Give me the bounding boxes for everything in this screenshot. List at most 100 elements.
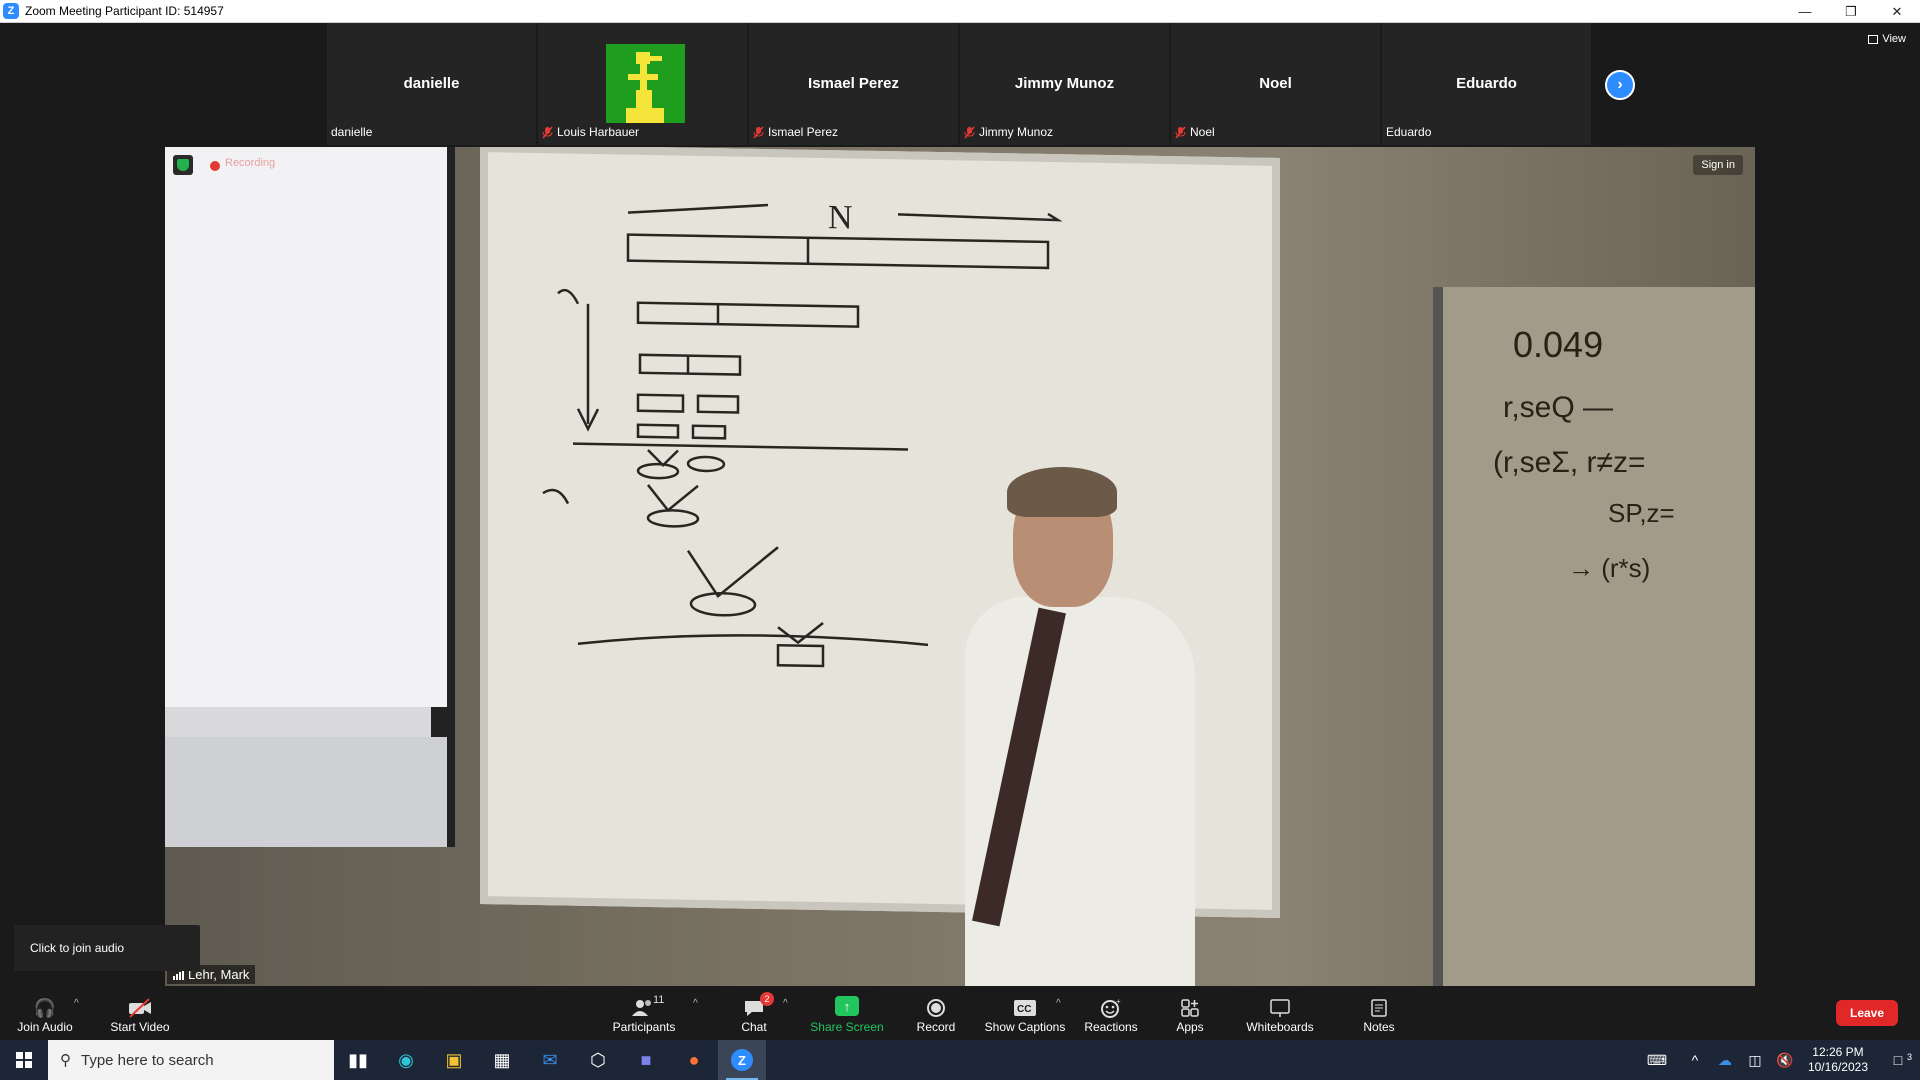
- svg-text:0.049: 0.049: [1513, 324, 1603, 365]
- zoom-logo-icon: Z: [3, 3, 19, 19]
- file-explorer-icon[interactable]: ▣: [430, 1040, 478, 1080]
- participant-tile[interactable]: Noel Noel: [1171, 23, 1380, 145]
- participant-display-name: Noel: [1259, 75, 1292, 92]
- notification-icon: □: [1893, 1052, 1903, 1068]
- security-shield-icon[interactable]: [173, 155, 193, 175]
- show-captions-label: Show Captions: [984, 1020, 1066, 1034]
- participant-name-label: Noel: [1175, 125, 1215, 139]
- projector-screen: [165, 147, 455, 847]
- participant-name-label: Eduardo: [1386, 125, 1431, 139]
- notes-label: Notes: [1363, 1020, 1395, 1034]
- reactions-label: Reactions: [1084, 1020, 1138, 1034]
- smiley-icon: +: [1100, 996, 1122, 1020]
- window-titlebar: Z Zoom Meeting Participant ID: 514957 — …: [0, 0, 1920, 23]
- speaker-muted-icon[interactable]: 🔇: [1770, 1052, 1800, 1069]
- next-page-button[interactable]: ›: [1605, 70, 1635, 100]
- zoom-app-logo: Z: [731, 1049, 753, 1071]
- windows-start-button[interactable]: [0, 1040, 48, 1080]
- teams-icon[interactable]: ■: [622, 1040, 670, 1080]
- participant-tile[interactable]: Eduardo Eduardo: [1382, 23, 1591, 145]
- taskbar-search-box[interactable]: ⚲ Type here to search: [48, 1040, 334, 1080]
- whiteboards-button[interactable]: Whiteboards: [1240, 986, 1320, 1040]
- participant-display-name: Ismael Perez: [808, 75, 899, 92]
- join-audio-button[interactable]: 🎧 Join Audio: [10, 986, 80, 1040]
- join-audio-label: Join Audio: [17, 1020, 73, 1034]
- participants-options-caret[interactable]: ^: [693, 998, 698, 1009]
- mic-muted-icon: [753, 126, 764, 138]
- show-hidden-icons-chevron-icon[interactable]: ^: [1680, 1052, 1710, 1068]
- network-icon[interactable]: ◫: [1740, 1052, 1770, 1069]
- notes-button[interactable]: Notes: [1355, 986, 1403, 1040]
- edge-browser-icon[interactable]: ◉: [382, 1040, 430, 1080]
- start-video-button[interactable]: Start Video: [100, 986, 180, 1040]
- participant-tile[interactable]: Ismael Perez Ismael Perez: [749, 23, 958, 145]
- grid-view-icon: [1868, 34, 1879, 44]
- record-icon: [926, 996, 946, 1020]
- participant-tile[interactable]: Louis Harbauer: [538, 23, 747, 145]
- chat-label: Chat: [741, 1020, 767, 1034]
- record-label: Record: [916, 1020, 956, 1034]
- participant-name: Noel: [1190, 125, 1215, 139]
- projected-taskbar: [165, 737, 447, 847]
- audio-options-caret[interactable]: ^: [74, 998, 79, 1009]
- captions-options-caret[interactable]: ^: [1056, 998, 1061, 1009]
- share-screen-label: Share Screen: [810, 1020, 884, 1034]
- svg-text:SP,z=: SP,z=: [1608, 498, 1675, 528]
- share-screen-button[interactable]: ↑ Share Screen: [805, 986, 889, 1040]
- cube-app-icon[interactable]: ⬡: [574, 1040, 622, 1080]
- firefox-icon[interactable]: ●: [670, 1040, 718, 1080]
- participant-name: Jimmy Munoz: [979, 125, 1054, 139]
- participant-tile[interactable]: Jimmy Munoz Jimmy Munoz: [960, 23, 1169, 145]
- notes-icon: [1370, 996, 1388, 1020]
- show-captions-button[interactable]: CC Show Captions: [980, 986, 1070, 1040]
- instructor-hair: [1007, 467, 1117, 517]
- restore-button[interactable]: ❐: [1828, 0, 1874, 23]
- microsoft-store-icon[interactable]: ▦: [478, 1040, 526, 1080]
- clock-time: 12:26 PM: [1812, 1045, 1864, 1059]
- participants-button[interactable]: 11 Participants: [604, 986, 684, 1040]
- search-icon: ⚲: [60, 1052, 71, 1069]
- side-whiteboard-drawing: 0.049 r,seQ — (r,seΣ, r≠z= SP,z= → (r*s): [1493, 324, 1675, 583]
- whiteboard-icon: [1269, 996, 1291, 1020]
- recording-label: Recording: [225, 157, 276, 169]
- minimize-button[interactable]: —: [1782, 0, 1828, 23]
- meeting-area: danielle danielle Louis Harbauer Ismael …: [0, 23, 1920, 986]
- view-label: View: [1882, 33, 1906, 45]
- chat-options-caret[interactable]: ^: [783, 998, 788, 1009]
- share-screen-icon: ↑: [835, 996, 859, 1016]
- participant-name-label: Louis Harbauer: [542, 125, 639, 139]
- reactions-button[interactable]: + Reactions: [1080, 986, 1142, 1040]
- chat-button[interactable]: 2 Chat: [730, 986, 778, 1040]
- apps-label: Apps: [1176, 1020, 1204, 1034]
- onedrive-cloud-icon[interactable]: ☁: [1710, 1052, 1740, 1069]
- taskbar-search-placeholder: Type here to search: [81, 1051, 214, 1069]
- join-audio-tooltip[interactable]: Click to join audio: [14, 925, 200, 971]
- clock-date: 10/16/2023: [1807, 1060, 1868, 1074]
- system-tray: ⌨ ^ ☁ ◫ 🔇 12:26 PM 10/16/2023 □ 3: [1634, 1040, 1920, 1080]
- keyboard-layout-icon[interactable]: ⌨: [1634, 1052, 1680, 1069]
- svg-text:+: +: [1116, 997, 1121, 1006]
- participants-count: 11: [653, 994, 665, 1006]
- participant-strip: danielle danielle Louis Harbauer Ismael …: [327, 23, 1593, 145]
- mic-muted-icon: [542, 126, 553, 138]
- apps-button[interactable]: Apps: [1168, 986, 1212, 1040]
- svg-text:CC: CC: [1017, 1004, 1031, 1015]
- view-button[interactable]: View: [1868, 33, 1906, 45]
- close-button[interactable]: ✕: [1874, 0, 1920, 23]
- mail-icon[interactable]: ✉: [526, 1040, 574, 1080]
- notification-count: 3: [1906, 1052, 1912, 1062]
- participant-name-label: danielle: [331, 125, 372, 139]
- participants-label: Participants: [612, 1020, 676, 1034]
- recording-indicator-icon: [210, 161, 220, 171]
- signal-strength-icon: [173, 969, 184, 980]
- participant-tile[interactable]: danielle danielle: [327, 23, 536, 145]
- record-button[interactable]: Record: [906, 986, 966, 1040]
- sign-in-button[interactable]: Sign in: [1693, 155, 1743, 175]
- participants-icon: 11: [631, 994, 664, 1020]
- action-center-button[interactable]: □ 3: [1876, 1052, 1920, 1068]
- zoom-taskbar-icon[interactable]: Z: [718, 1040, 766, 1080]
- task-view-icon[interactable]: ▮▮: [334, 1040, 382, 1080]
- taskbar-clock[interactable]: 12:26 PM 10/16/2023: [1800, 1045, 1876, 1075]
- mic-muted-icon: [1175, 126, 1186, 138]
- leave-button[interactable]: Leave: [1836, 1000, 1898, 1026]
